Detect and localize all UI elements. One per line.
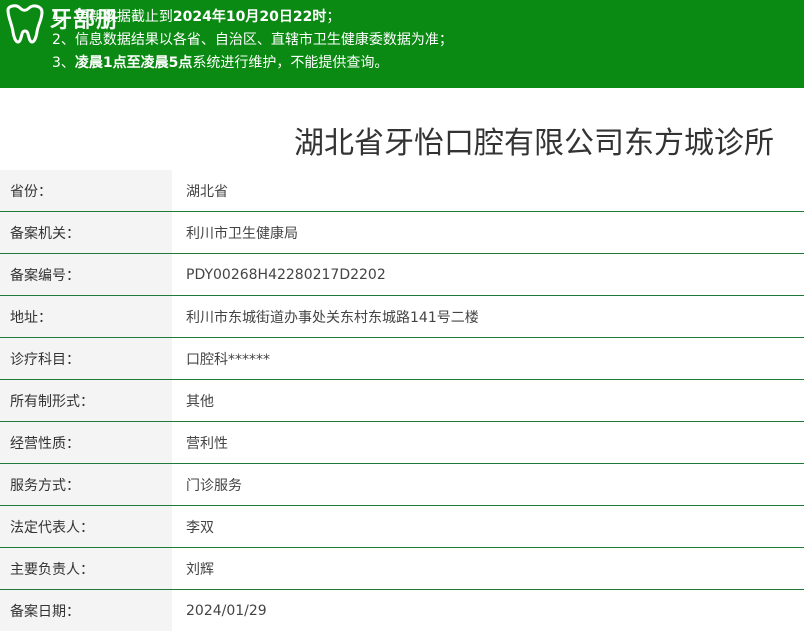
table-row: 诊疗科目： 口腔科****** — [0, 337, 804, 380]
row-label: 法定代表人： — [0, 505, 172, 548]
row-value: 利川市东城街道办事处关东村东城路141号二楼 — [172, 295, 804, 338]
notice-line-1-suffix: ； — [326, 9, 341, 25]
tooth-logo-icon — [6, 4, 44, 44]
table-row: 省份： 湖北省 — [0, 170, 804, 212]
notice-line-1-prefix: 1、更新数据截止到 — [52, 9, 173, 25]
logo[interactable] — [4, 4, 48, 44]
table-row: 主要负责人： 刘辉 — [0, 547, 804, 590]
notice-line-3-prefix: 3、 — [52, 55, 75, 71]
info-table: 省份： 湖北省 备案机关： 利川市卫生健康局 备案编号： PDY00268H4228021… — [0, 170, 804, 631]
row-label: 地址： — [0, 295, 172, 338]
table-row: 所有制形式： 其他 — [0, 379, 804, 422]
row-label: 诊疗科目： — [0, 337, 172, 380]
table-row: 经营性质： 营利性 — [0, 421, 804, 464]
page-title: 湖北省牙怡口腔有限公司东方城诊所 — [294, 126, 774, 161]
row-value: 口腔科****** — [172, 337, 804, 380]
row-value: 门诊服务 — [172, 463, 804, 506]
table-row: 法定代表人： 李双 — [0, 505, 804, 548]
row-value: 刘辉 — [172, 547, 804, 590]
table-row: 备案编号： PDY00268H42280217D2202 — [0, 253, 804, 296]
row-label: 备案日期： — [0, 589, 172, 631]
title-area: 湖北省牙怡口腔有限公司东方城诊所 — [0, 88, 804, 170]
row-label: 经营性质： — [0, 421, 172, 464]
row-value: 2024/01/29 — [186, 602, 267, 619]
notice-line-1-date: 2024年10月20日22时 — [172, 9, 327, 25]
table-row: 备案日期： 2024/01/29 — [0, 589, 804, 631]
row-value: 其他 — [172, 379, 804, 422]
row-value: 利川市卫生健康局 — [172, 211, 804, 254]
row-label: 所有制形式： — [0, 379, 172, 422]
notice-list: 1、更新数据截止到2024年10月20日22时； 2、信息数据结果以各省、自治区… — [52, 6, 453, 75]
row-value: 湖北省 — [172, 170, 804, 212]
row-value: 营利性 — [172, 421, 804, 464]
table-row: 服务方式： 门诊服务 — [0, 463, 804, 506]
notice-banner: 牙部册 1、更新数据截止到2024年10月20日22时； 2、信息数据结果以各省… — [0, 0, 804, 88]
notice-line-3: 3、凌晨1点至凌晨5点系统进行维护，不能提供查询。 — [52, 52, 453, 75]
row-label: 备案机关： — [0, 211, 172, 254]
row-label: 服务方式： — [0, 463, 172, 506]
row-value: 李双 — [172, 505, 804, 548]
row-label: 备案编号： — [0, 253, 172, 296]
notice-line-3-suffix: 系统进行维护，不能提供查询。 — [192, 55, 389, 71]
row-label: 主要负责人： — [0, 547, 172, 590]
row-label: 省份： — [0, 170, 172, 212]
table-row: 备案机关： 利川市卫生健康局 — [0, 211, 804, 254]
table-row: 地址： 利川市东城街道办事处关东村东城路141号二楼 — [0, 295, 804, 338]
notice-line-3-time: 凌晨1点至凌晨5点 — [74, 55, 193, 71]
notice-line-1: 1、更新数据截止到2024年10月20日22时； — [52, 6, 453, 29]
notice-line-2: 2、信息数据结果以各省、自治区、直辖市卫生健康委数据为准； — [52, 32, 453, 48]
row-value: PDY00268H42280217D2202 — [172, 253, 804, 296]
